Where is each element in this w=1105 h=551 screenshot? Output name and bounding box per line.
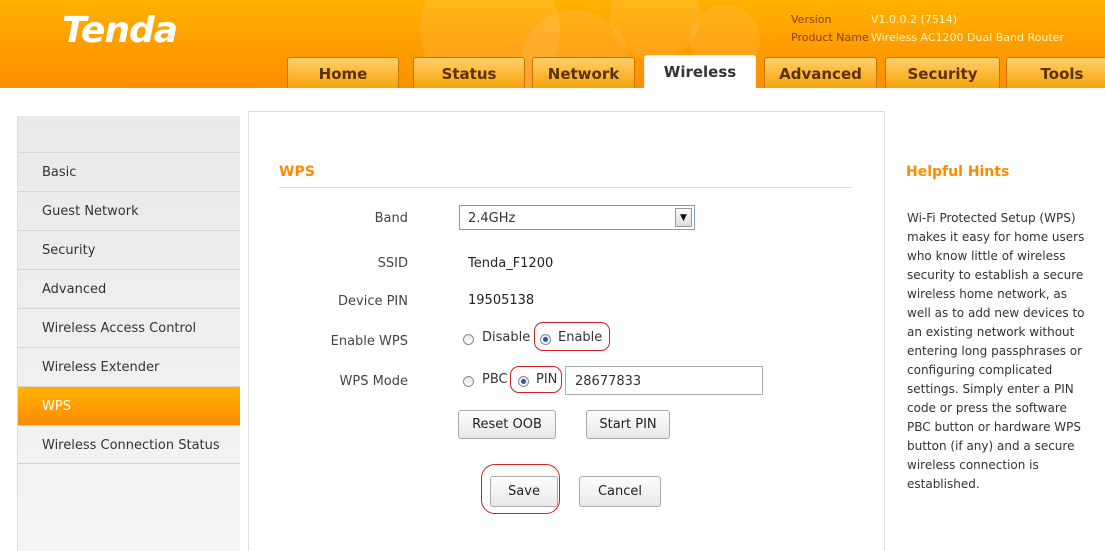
content-divider	[248, 111, 249, 551]
content-divider	[248, 111, 885, 112]
sidebar-item-advanced[interactable]: Advanced	[18, 269, 240, 308]
tab-network[interactable]: Network	[532, 57, 635, 88]
product-name-value: Wireless AC1200 Dual Band Router	[871, 31, 1064, 44]
enable-wps-label: Enable WPS	[330, 334, 408, 349]
sidebar-item-guest-network[interactable]: Guest Network	[18, 191, 240, 230]
tab-security[interactable]: Security	[885, 57, 1000, 88]
sidebar-item-wireless-access-control[interactable]: Wireless Access Control	[18, 308, 240, 347]
helpful-hints-title: Helpful Hints	[906, 164, 1010, 180]
section-divider	[279, 187, 852, 188]
device-pin-label: Device PIN	[338, 294, 408, 309]
device-info-labels: Version Product Name	[791, 11, 869, 47]
tab-advanced[interactable]: Advanced	[764, 57, 877, 88]
wps-mode-label: WPS Mode	[339, 374, 409, 389]
version-label: Version	[791, 13, 832, 26]
pin-highlight	[510, 366, 562, 393]
ssid-value: Tenda_F1200	[468, 256, 554, 271]
product-name-label: Product Name	[791, 31, 869, 44]
sidebar-header	[18, 116, 240, 152]
tab-wireless[interactable]: Wireless	[644, 55, 756, 88]
section-title: WPS	[279, 164, 315, 180]
cancel-button[interactable]: Cancel	[579, 476, 661, 507]
tenda-logo: Tenda	[62, 10, 178, 51]
band-select[interactable]: 2.4GHz ▼	[459, 205, 695, 230]
pbc-radio-label: PBC	[482, 372, 508, 387]
sidebar-item-security[interactable]: Security	[18, 230, 240, 269]
tab-tools[interactable]: Tools	[1006, 57, 1105, 88]
sidebar-item-wireless-connection-status[interactable]: Wireless Connection Status	[18, 425, 240, 464]
enable-highlight	[534, 322, 610, 351]
sidebar-item-wps[interactable]: WPS	[18, 386, 240, 425]
device-info-values: V1.0.0.2 (7514) Wireless AC1200 Dual Ban…	[871, 11, 1064, 47]
pbc-radio[interactable]	[463, 376, 474, 387]
header-bar: Tenda Version Product Name V1.0.0.2 (751…	[0, 0, 1105, 88]
tab-status[interactable]: Status	[413, 57, 525, 88]
device-pin-value: 19505138	[468, 293, 535, 308]
ssid-label: SSID	[377, 256, 408, 271]
sidebar-item-basic[interactable]: Basic	[18, 152, 240, 191]
pin-input[interactable]: 28677833	[565, 366, 763, 395]
pin-input-value: 28677833	[575, 374, 642, 389]
start-pin-button[interactable]: Start PIN	[586, 410, 670, 439]
band-select-value: 2.4GHz	[468, 211, 516, 226]
chevron-down-icon[interactable]: ▼	[675, 208, 692, 227]
version-value: V1.0.0.2 (7514)	[871, 13, 958, 26]
sidebar-menu: Basic Guest Network Security Advanced Wi…	[17, 116, 240, 551]
helpful-hints-text: Wi-Fi Protected Setup (WPS) makes it eas…	[907, 211, 1085, 491]
reset-oob-button[interactable]: Reset OOB	[458, 410, 556, 439]
save-highlight	[481, 464, 560, 514]
disable-radio-label: Disable	[482, 330, 531, 345]
content-divider	[884, 111, 885, 551]
sidebar-item-wireless-extender[interactable]: Wireless Extender	[18, 347, 240, 386]
tab-home[interactable]: Home	[287, 57, 399, 88]
band-label: Band	[374, 211, 408, 226]
disable-radio[interactable]	[463, 334, 474, 345]
